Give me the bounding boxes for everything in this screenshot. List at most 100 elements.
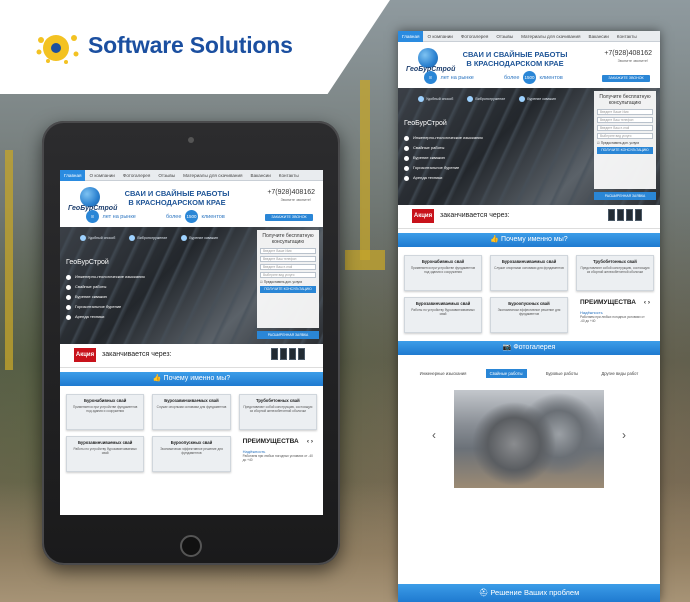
nav-item-home[interactable]: Главная bbox=[60, 170, 86, 181]
carousel-arrows[interactable]: ‹ › bbox=[307, 438, 313, 445]
service-item[interactable]: Свайные работы bbox=[66, 282, 145, 292]
card-text: Применяется при устройстве фундаментов п… bbox=[410, 266, 476, 274]
nav-item-jobs[interactable]: Вакансии bbox=[247, 170, 275, 181]
card-title: Бурозавинчиваемых свай bbox=[415, 301, 471, 306]
submit-button[interactable]: ПОЛУЧИТЕ КОНСУЛЬТАЦИЮ bbox=[260, 286, 316, 293]
pile-card[interactable]: Буроопускных свай Экономически эффективно… bbox=[490, 297, 568, 333]
nav-item-contacts[interactable]: Контакты bbox=[613, 31, 641, 42]
gallery-tab[interactable]: Буровые работы bbox=[542, 369, 582, 378]
nav-item-gallery[interactable]: Фотогалерея bbox=[457, 31, 493, 42]
stat-clients: более 1500 клиентов bbox=[504, 71, 563, 84]
email-field[interactable]: Введите Ваш e-mail bbox=[597, 125, 653, 131]
brand-logo-icon bbox=[36, 35, 79, 64]
service-item[interactable]: Горизонтальное бурение bbox=[404, 163, 483, 173]
service-item[interactable]: Свайные работы bbox=[404, 143, 483, 153]
name-field[interactable]: Введите Ваше Имя bbox=[597, 109, 653, 115]
name-field[interactable]: Введите Ваше Имя bbox=[260, 248, 316, 254]
service-item[interactable]: Бурение скважин bbox=[404, 153, 483, 163]
nav-item-contacts[interactable]: Контакты bbox=[275, 170, 303, 181]
pile-card[interactable]: Бурозавинчиваемых свай Работы по устройст… bbox=[404, 297, 482, 333]
service-label: Инженерно-геологические изыскания bbox=[75, 274, 145, 279]
pile-card[interactable]: Буронабивных свай Применяется при устройс… bbox=[404, 255, 482, 291]
advantages-box: ПРЕИМУЩЕСТВА ‹ › Надёжность Работаем при … bbox=[239, 436, 317, 472]
globe-icon bbox=[80, 187, 100, 207]
bullet-icon bbox=[66, 284, 71, 290]
chevron-right-icon[interactable]: › bbox=[622, 428, 626, 442]
extra-services-checkbox[interactable]: ☑ Предоставить доп. услуги bbox=[260, 280, 316, 284]
card-title: Бурозавинчиваемых свай bbox=[501, 259, 557, 264]
nav-item-reviews[interactable]: Отзывы bbox=[154, 170, 179, 181]
gallery-title: Фотогалерея bbox=[513, 344, 556, 351]
service-item[interactable]: Бурение скважин bbox=[66, 292, 145, 302]
gallery-photo[interactable] bbox=[454, 390, 604, 488]
site-nav: Главная О компании Фотогалерея Отзывы Ма… bbox=[60, 170, 323, 181]
nav-item-downloads[interactable]: Материалы для скачивания bbox=[517, 31, 584, 42]
headline-line-1: СВАИ И СВАЙНЫЕ РАБОТЫ bbox=[462, 50, 568, 59]
bullet-icon bbox=[404, 155, 409, 161]
nav-item-home[interactable]: Главная bbox=[398, 31, 424, 42]
callback-button[interactable]: ЗАКАЖИТЕ ЗВОНОК bbox=[265, 214, 313, 221]
phone-number[interactable]: +7(928)408162 bbox=[267, 189, 315, 196]
callback-button[interactable]: ЗАКАЖИТЕ ЗВОНОК bbox=[602, 75, 650, 82]
pile-card[interactable]: Трубобетонных свай Представляют собой кон… bbox=[576, 255, 654, 291]
pile-card[interactable]: Бурозавинчиваемых свай Работы по устройст… bbox=[66, 436, 145, 472]
countdown-timer bbox=[608, 209, 642, 221]
drilling-rig-mast bbox=[5, 150, 13, 370]
gallery-tabs: Инженерные изыскания Свайные работы Буро… bbox=[398, 359, 660, 384]
phone-number[interactable]: +7(928)408162 bbox=[604, 50, 652, 57]
service-item[interactable]: Горизонтальное бурение bbox=[66, 302, 145, 312]
hero-company-name: ГеоБурСтрой bbox=[404, 120, 447, 127]
phone-field[interactable]: Введите Ваш телефон bbox=[260, 256, 316, 262]
card-text: Экономически эффективное решение для фун… bbox=[497, 308, 561, 316]
nav-item-downloads[interactable]: Материалы для скачивания bbox=[179, 170, 246, 181]
extra-services-checkbox[interactable]: ☑ Предоставить доп. услуги bbox=[597, 141, 653, 145]
pile-card[interactable]: Бурозавинчиваемых свай Служат опорными ос… bbox=[152, 394, 231, 430]
service-item[interactable]: Инженерно-геологические изыскания bbox=[404, 133, 483, 143]
brand-name: Software Solutions bbox=[88, 32, 293, 58]
service-item[interactable]: Инженерно-геологические изыскания bbox=[66, 272, 145, 282]
pile-card[interactable]: Буронабивных свай Применяется при устройс… bbox=[66, 394, 145, 430]
nav-item-about[interactable]: О компании bbox=[85, 170, 118, 181]
card-text: Работы по устройству бурозавинчиваемых с… bbox=[411, 308, 475, 316]
hero-feature: Вибропогружение bbox=[129, 235, 167, 241]
nav-item-reviews[interactable]: Отзывы bbox=[492, 31, 517, 42]
service-label: Аренда техники bbox=[413, 175, 443, 180]
submit-button[interactable]: ПОЛУЧИТЕ КОНСУЛЬТАЦИЮ bbox=[597, 147, 653, 154]
nav-item-gallery[interactable]: Фотогалерея bbox=[119, 170, 155, 181]
extended-request-button[interactable]: РАСШИРЕННАЯ ЗАЯВКА bbox=[257, 331, 319, 339]
hero-banner: Удобный способ Вибропогружение Бурение с… bbox=[398, 88, 660, 205]
chevron-left-icon[interactable]: ‹ bbox=[432, 428, 436, 442]
feature-icon bbox=[181, 235, 188, 241]
extended-request-button[interactable]: РАСШИРЕННАЯ ЗАЯВКА bbox=[594, 192, 656, 200]
nav-item-jobs[interactable]: Вакансии bbox=[585, 31, 613, 42]
pile-card[interactable]: Бурозавинчиваемых свай Служат опорными ос… bbox=[490, 255, 568, 291]
service-label: Горизонтальное бурение bbox=[413, 165, 460, 170]
gallery-tab[interactable]: Инженерные изыскания bbox=[416, 369, 471, 378]
card-title: Бурозавинчиваемых свай bbox=[164, 398, 219, 403]
feature-icon bbox=[467, 96, 474, 102]
home-button[interactable] bbox=[180, 535, 202, 557]
service-select[interactable]: Выберите вид услуги bbox=[597, 133, 653, 139]
hero-feature-label: Удобный способ bbox=[88, 236, 116, 240]
bullet-icon bbox=[66, 304, 71, 310]
stat-clients-prefix: более bbox=[504, 74, 520, 81]
pile-card[interactable]: Трубобетонных свай Представляют собой кон… bbox=[238, 394, 317, 430]
email-field[interactable]: Введите Ваш e-mail bbox=[260, 264, 316, 270]
phone-field[interactable]: Введите Ваш телефон bbox=[597, 117, 653, 123]
gallery-tab[interactable]: Другие виды работ bbox=[597, 369, 642, 378]
promo-bar: Акция заканчивается через: bbox=[398, 205, 660, 229]
carousel-arrows[interactable]: ‹ › bbox=[644, 299, 650, 306]
service-item[interactable]: Аренда техники bbox=[66, 312, 145, 322]
stat-clients-label: клиентов bbox=[539, 74, 563, 81]
service-item[interactable]: Аренда техники bbox=[404, 173, 483, 183]
feature-icon bbox=[519, 96, 526, 102]
gallery-tab-active[interactable]: Свайные работы bbox=[485, 369, 527, 378]
pile-card[interactable]: Буроопускных свай Экономически эффективно… bbox=[152, 436, 231, 472]
bullet-icon bbox=[66, 274, 71, 280]
nav-item-about[interactable]: О компании bbox=[423, 31, 456, 42]
stat-clients-prefix: более bbox=[166, 213, 182, 220]
globe-icon bbox=[418, 48, 438, 68]
hero-feature-label: Вибропогружение bbox=[475, 97, 506, 101]
service-select[interactable]: Выберите вид услуги bbox=[260, 272, 316, 278]
tablet-screen: Главная О компании Фотогалерея Отзывы Ма… bbox=[60, 170, 323, 515]
